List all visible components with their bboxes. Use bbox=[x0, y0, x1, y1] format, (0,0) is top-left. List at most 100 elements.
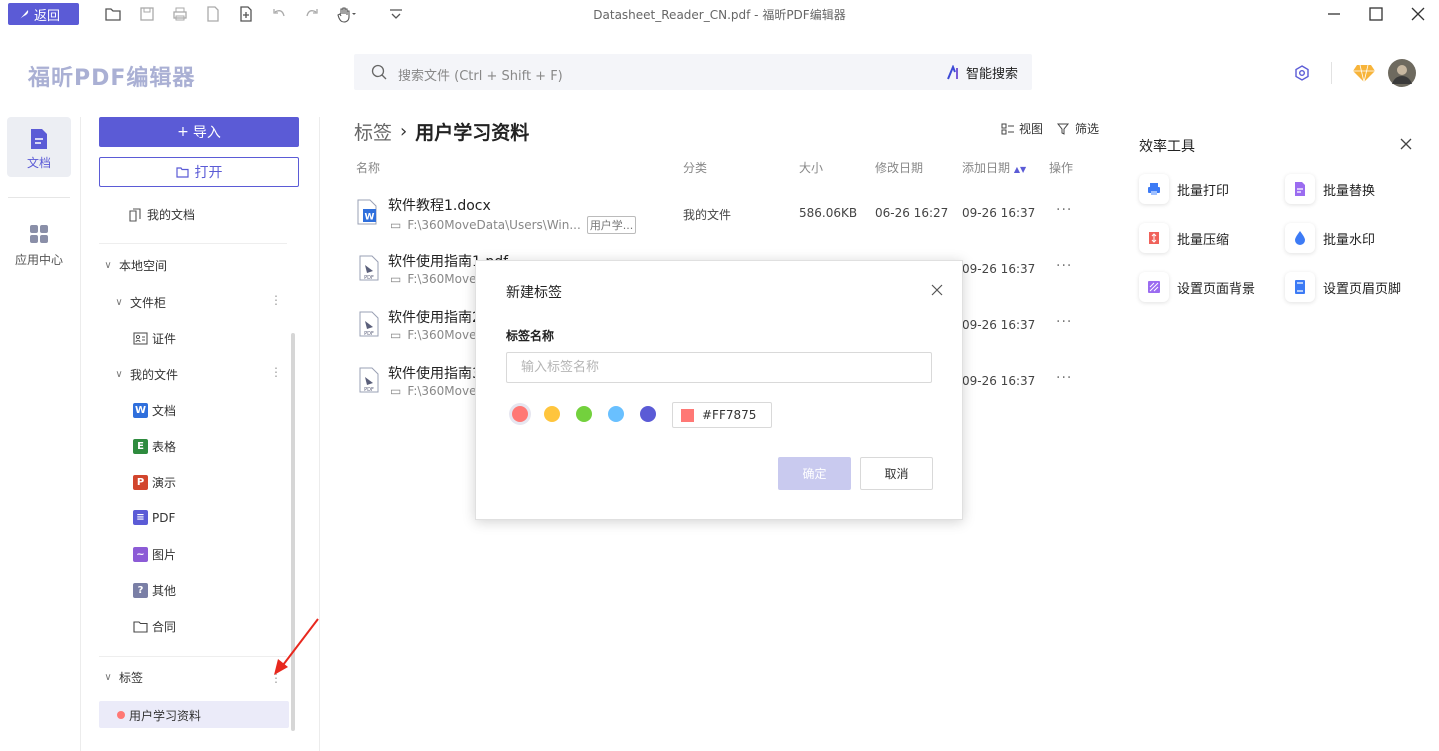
column-header-added[interactable]: 添加日期 ▲▼ bbox=[962, 159, 1026, 176]
cabinet-label: 文件柜 bbox=[130, 296, 167, 310]
tool-label: 批量打印 bbox=[1177, 183, 1230, 199]
tag-item[interactable]: 用户学习资料 bbox=[99, 701, 289, 728]
file-name[interactable]: 软件教程1.docx bbox=[388, 195, 491, 215]
color-swatch-green[interactable] bbox=[576, 406, 592, 422]
sidebar-item-my-docs[interactable]: 我的文档 bbox=[127, 206, 195, 223]
sidebar-item-type-image[interactable]: ~ 图片 bbox=[133, 546, 176, 563]
color-swatch-red[interactable] bbox=[512, 406, 528, 422]
file-path-text: F:\360Move bbox=[407, 384, 477, 398]
file-added: 09-26 16:37 bbox=[962, 206, 1036, 220]
color-swatch-blue[interactable] bbox=[608, 406, 624, 422]
tool-batch-watermark[interactable]: 批量水印 bbox=[1285, 223, 1375, 253]
tag-color-dot bbox=[117, 711, 125, 719]
folder-icon: ▭ bbox=[390, 328, 402, 342]
open-label: 打开 bbox=[194, 165, 223, 181]
sidebar-item-my-files[interactable]: ∨ 我的文件 bbox=[112, 366, 178, 383]
sidebar-item-tags[interactable]: ∨ 标签 bbox=[101, 669, 143, 686]
settings-icon[interactable] bbox=[1293, 64, 1311, 82]
pdf-file-icon: PDF bbox=[359, 367, 379, 393]
sidebar-item-type-doc[interactable]: W 文档 bbox=[133, 402, 176, 419]
rail-apps-label: 应用中心 bbox=[14, 253, 63, 267]
more-actions-icon[interactable]: ··· bbox=[1056, 258, 1072, 274]
close-icon[interactable] bbox=[930, 283, 944, 297]
confirm-button[interactable]: 确定 bbox=[778, 457, 851, 490]
batch-watermark-icon bbox=[1285, 223, 1315, 253]
avatar[interactable] bbox=[1388, 59, 1416, 87]
minimize-icon[interactable] bbox=[1325, 5, 1343, 23]
local-space-label: 本地空间 bbox=[119, 259, 168, 273]
color-hex-field[interactable]: #FF7875 bbox=[672, 402, 772, 428]
column-header-size[interactable]: 大小 bbox=[799, 159, 823, 176]
file-path: ▭ F:\360Move bbox=[390, 328, 476, 342]
sidebar-item-local-space[interactable]: ∨ 本地空间 bbox=[101, 257, 167, 274]
file-added: 09-26 16:37 bbox=[962, 262, 1036, 276]
tool-label: 设置页眉页脚 bbox=[1323, 281, 1402, 297]
header-footer-icon bbox=[1285, 272, 1315, 302]
sidebar-item-type-sheet[interactable]: E 表格 bbox=[133, 438, 176, 455]
rail-documents[interactable]: 文档 bbox=[7, 117, 71, 177]
my-docs-label: 我的文档 bbox=[147, 208, 196, 222]
my-files-more-icon[interactable]: ⋮ bbox=[270, 365, 282, 379]
chevron-down-icon: ∨ bbox=[104, 260, 112, 271]
file-path: ▭ F:\360Move bbox=[390, 384, 476, 398]
tool-label: 批量压缩 bbox=[1177, 232, 1230, 248]
tool-header-footer[interactable]: 设置页眉页脚 bbox=[1285, 272, 1401, 302]
ai-search-button[interactable]: 智能搜索 bbox=[946, 63, 1018, 82]
folder-icon bbox=[133, 620, 148, 633]
sidebar-item-type-pdf[interactable]: ≡ PDF bbox=[133, 510, 175, 525]
view-button[interactable]: 视图 bbox=[1001, 120, 1043, 137]
tool-batch-compress[interactable]: 批量压缩 bbox=[1139, 223, 1229, 253]
tool-batch-replace[interactable]: 批量替换 bbox=[1285, 174, 1375, 204]
filter-label: 筛选 bbox=[1075, 122, 1100, 136]
file-size: 586.06KB bbox=[799, 206, 858, 220]
chevron-down-icon: ∨ bbox=[115, 369, 123, 380]
view-label: 视图 bbox=[1019, 122, 1044, 136]
more-actions-icon[interactable]: ··· bbox=[1056, 202, 1072, 218]
pdf-icon: ≡ bbox=[133, 510, 148, 525]
column-header-category[interactable]: 分类 bbox=[683, 159, 707, 176]
cabinet-more-icon[interactable]: ⋮ bbox=[270, 293, 282, 307]
column-header-name[interactable]: 名称 bbox=[356, 159, 380, 176]
maximize-icon[interactable] bbox=[1367, 5, 1385, 23]
close-icon[interactable] bbox=[1398, 136, 1414, 152]
import-button[interactable]: + 导入 bbox=[99, 117, 299, 147]
close-window-icon[interactable] bbox=[1409, 5, 1427, 23]
color-hex-value: #FF7875 bbox=[702, 408, 757, 422]
word-icon: W bbox=[133, 403, 148, 418]
rail-documents-label: 文档 bbox=[26, 156, 51, 170]
my-files-label: 我的文件 bbox=[130, 368, 179, 382]
ai-icon bbox=[946, 64, 962, 81]
sidebar-item-type-slides[interactable]: P 演示 bbox=[133, 474, 176, 491]
ppt-icon: P bbox=[133, 475, 148, 490]
folder-icon: ▭ bbox=[390, 272, 402, 286]
rail-app-center[interactable]: 应用中心 bbox=[7, 222, 71, 272]
file-name[interactable]: 软件使用指南2 bbox=[388, 307, 481, 327]
sidebar-item-certificate[interactable]: 证件 bbox=[133, 330, 176, 347]
open-button[interactable]: 打开 bbox=[99, 157, 299, 187]
sidebar-item-contract[interactable]: 合同 bbox=[133, 618, 176, 635]
chevron-down-icon: ∨ bbox=[115, 297, 123, 308]
chevron-down-icon: ∨ bbox=[104, 672, 112, 683]
document-icon bbox=[29, 128, 49, 150]
tools-panel-title: 效率工具 bbox=[1139, 139, 1195, 155]
file-path-text: F:\360Move bbox=[407, 272, 477, 286]
sidebar-item-cabinet[interactable]: ∨ 文件柜 bbox=[112, 294, 166, 311]
question-icon: ? bbox=[133, 583, 148, 598]
more-actions-icon[interactable]: ··· bbox=[1056, 314, 1072, 330]
tag-name-input[interactable] bbox=[506, 352, 932, 383]
search-box[interactable]: 搜索文件 (Ctrl + Shift + F) 智能搜索 bbox=[354, 54, 1032, 90]
cancel-button[interactable]: 取消 bbox=[860, 457, 933, 490]
svg-text:PDF: PDF bbox=[364, 275, 374, 281]
sidebar-item-type-other[interactable]: ? 其他 bbox=[133, 582, 176, 599]
type-other-label: 其他 bbox=[152, 584, 177, 598]
column-header-modified[interactable]: 修改日期 bbox=[875, 159, 923, 176]
filter-button[interactable]: 筛选 bbox=[1057, 120, 1099, 137]
color-swatch-yellow[interactable] bbox=[544, 406, 560, 422]
tool-batch-print[interactable]: 批量打印 bbox=[1139, 174, 1229, 204]
breadcrumb-root[interactable]: 标签 bbox=[354, 118, 392, 145]
vip-diamond-icon[interactable] bbox=[1353, 63, 1375, 83]
color-swatch-purple[interactable] bbox=[640, 406, 656, 422]
tool-page-background[interactable]: 设置页面背景 bbox=[1139, 272, 1255, 302]
more-actions-icon[interactable]: ··· bbox=[1056, 370, 1072, 386]
file-name[interactable]: 软件使用指南3 bbox=[388, 363, 481, 383]
